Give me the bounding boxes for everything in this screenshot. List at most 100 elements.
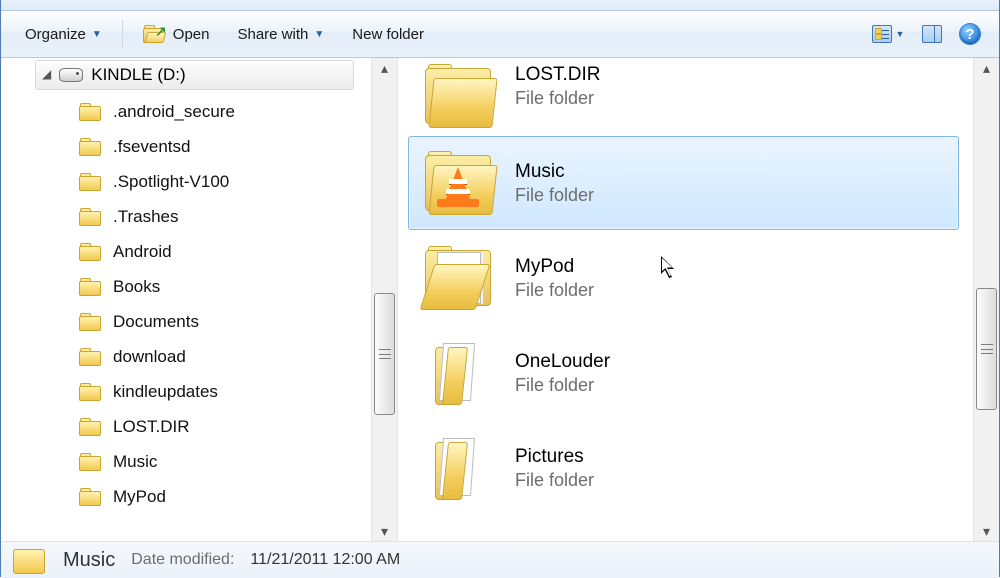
folder-icon: [11, 546, 47, 574]
explorer-window: Organize ▼ ↗ Open Share with ▼ New folde…: [0, 0, 1000, 577]
folder-item[interactable]: LOST.DIR File folder: [408, 63, 959, 135]
open-folder-icon: ↗: [143, 25, 165, 43]
folder-icon: [423, 246, 497, 310]
tree-item[interactable]: download: [79, 339, 371, 374]
scroll-thumb[interactable]: [976, 288, 997, 410]
folder-icon: [423, 341, 497, 405]
scroll-down-icon[interactable]: ▾: [974, 521, 999, 541]
preview-pane-button[interactable]: [915, 19, 949, 49]
tree-item-label: Documents: [113, 312, 199, 332]
scroll-up-icon[interactable]: ▴: [974, 58, 999, 78]
tree-item[interactable]: .fseventsd: [79, 129, 371, 164]
tree-item-label: LOST.DIR: [113, 417, 190, 437]
tree-item[interactable]: .android_secure: [79, 94, 371, 129]
share-with-menu[interactable]: Share with ▼: [225, 19, 336, 49]
folder-item-selected[interactable]: Music File folder: [408, 136, 959, 230]
drive-icon: [59, 68, 83, 82]
folder-icon: [423, 64, 497, 120]
chevron-down-icon: ▼: [314, 29, 324, 40]
folder-icon: [79, 138, 101, 156]
scroll-track[interactable]: [372, 78, 397, 521]
main-split: ◢ KINDLE (D:) .android_secure .fseventsd…: [1, 58, 999, 541]
item-name: Pictures: [515, 446, 594, 468]
help-button[interactable]: ?: [953, 19, 987, 49]
navigation-pane: ◢ KINDLE (D:) .android_secure .fseventsd…: [1, 58, 398, 541]
open-button[interactable]: ↗ Open: [131, 19, 222, 49]
open-label: Open: [173, 26, 210, 43]
folder-item[interactable]: MyPod File folder: [408, 231, 959, 325]
item-type: File folder: [515, 185, 594, 206]
tree-children: .android_secure .fseventsd .Spotlight-V1…: [41, 94, 371, 514]
item-type: File folder: [515, 375, 610, 396]
folder-item[interactable]: OneLouder File folder: [408, 326, 959, 420]
item-name: LOST.DIR: [515, 64, 601, 86]
item-name: MyPod: [515, 256, 594, 278]
tree-drive-node[interactable]: ◢ KINDLE (D:): [35, 60, 354, 90]
details-name: Music: [63, 549, 115, 572]
tree-item-label: Music: [113, 452, 157, 472]
preview-pane-icon: [922, 25, 942, 43]
command-bar: Organize ▼ ↗ Open Share with ▼ New folde…: [1, 11, 999, 58]
tree-item-label: Android: [113, 242, 172, 262]
tree-item-label: .fseventsd: [113, 137, 191, 157]
scroll-track[interactable]: [974, 78, 999, 521]
tree-item-label: .android_secure: [113, 102, 235, 122]
item-type: File folder: [515, 280, 594, 301]
tree-item[interactable]: Books: [79, 269, 371, 304]
content-scrollbar[interactable]: ▴ ▾: [973, 58, 999, 541]
help-icon: ?: [960, 24, 980, 44]
folder-icon: [79, 418, 101, 436]
folder-icon: [79, 103, 101, 121]
details-pane: Music Date modified: 11/21/2011 12:00 AM: [1, 541, 999, 578]
tree-item[interactable]: Android: [79, 234, 371, 269]
tree-item-label: .Trashes: [113, 207, 179, 227]
details-modified-value: 11/21/2011 12:00 AM: [250, 551, 400, 569]
tree-item[interactable]: Music: [79, 444, 371, 479]
folder-icon: [79, 278, 101, 296]
folder-item[interactable]: Pictures File folder: [408, 421, 959, 515]
folder-icon: [79, 243, 101, 261]
address-bar-partial: [1, 0, 999, 11]
folder-icon-vlc: [423, 151, 497, 215]
folder-icon: [79, 313, 101, 331]
share-with-label: Share with: [237, 26, 308, 43]
item-type: File folder: [515, 88, 601, 109]
tree-item-label: .Spotlight-V100: [113, 172, 229, 192]
folder-icon: [79, 208, 101, 226]
item-name: Music: [515, 161, 594, 183]
tree-item-label: kindleupdates: [113, 382, 218, 402]
folder-icon: [79, 453, 101, 471]
tree-item-label: download: [113, 347, 186, 367]
new-folder-label: New folder: [352, 26, 424, 43]
change-view-button[interactable]: ▼: [865, 19, 911, 49]
folder-icon: [79, 383, 101, 401]
chevron-down-icon: ▼: [896, 29, 905, 39]
new-folder-button[interactable]: New folder: [340, 19, 436, 49]
organize-label: Organize: [25, 26, 86, 43]
chevron-down-icon: ▼: [92, 29, 102, 40]
details-modified-label: Date modified:: [131, 551, 234, 569]
folder-icon: [79, 348, 101, 366]
drive-label: KINDLE (D:): [91, 65, 185, 85]
toolbar-separator: [122, 20, 123, 48]
item-name: OneLouder: [515, 351, 610, 373]
tree-item[interactable]: LOST.DIR: [79, 409, 371, 444]
scroll-down-icon[interactable]: ▾: [372, 521, 397, 541]
expand-collapse-icon[interactable]: ◢: [42, 67, 51, 81]
tree-item[interactable]: MyPod: [79, 479, 371, 514]
tree-item-label: Books: [113, 277, 160, 297]
folder-icon: [79, 173, 101, 191]
tree-item[interactable]: .Spotlight-V100: [79, 164, 371, 199]
folder-icon: [423, 436, 497, 500]
scroll-thumb[interactable]: [374, 293, 395, 415]
scroll-up-icon[interactable]: ▴: [372, 58, 397, 78]
organize-menu[interactable]: Organize ▼: [13, 19, 114, 49]
tree-item-label: MyPod: [113, 487, 166, 507]
nav-scrollbar[interactable]: ▴ ▾: [371, 58, 397, 541]
tree-item[interactable]: .Trashes: [79, 199, 371, 234]
folder-icon: [79, 488, 101, 506]
tree-item[interactable]: Documents: [79, 304, 371, 339]
item-type: File folder: [515, 470, 594, 491]
views-icon: [872, 25, 892, 43]
tree-item[interactable]: kindleupdates: [79, 374, 371, 409]
